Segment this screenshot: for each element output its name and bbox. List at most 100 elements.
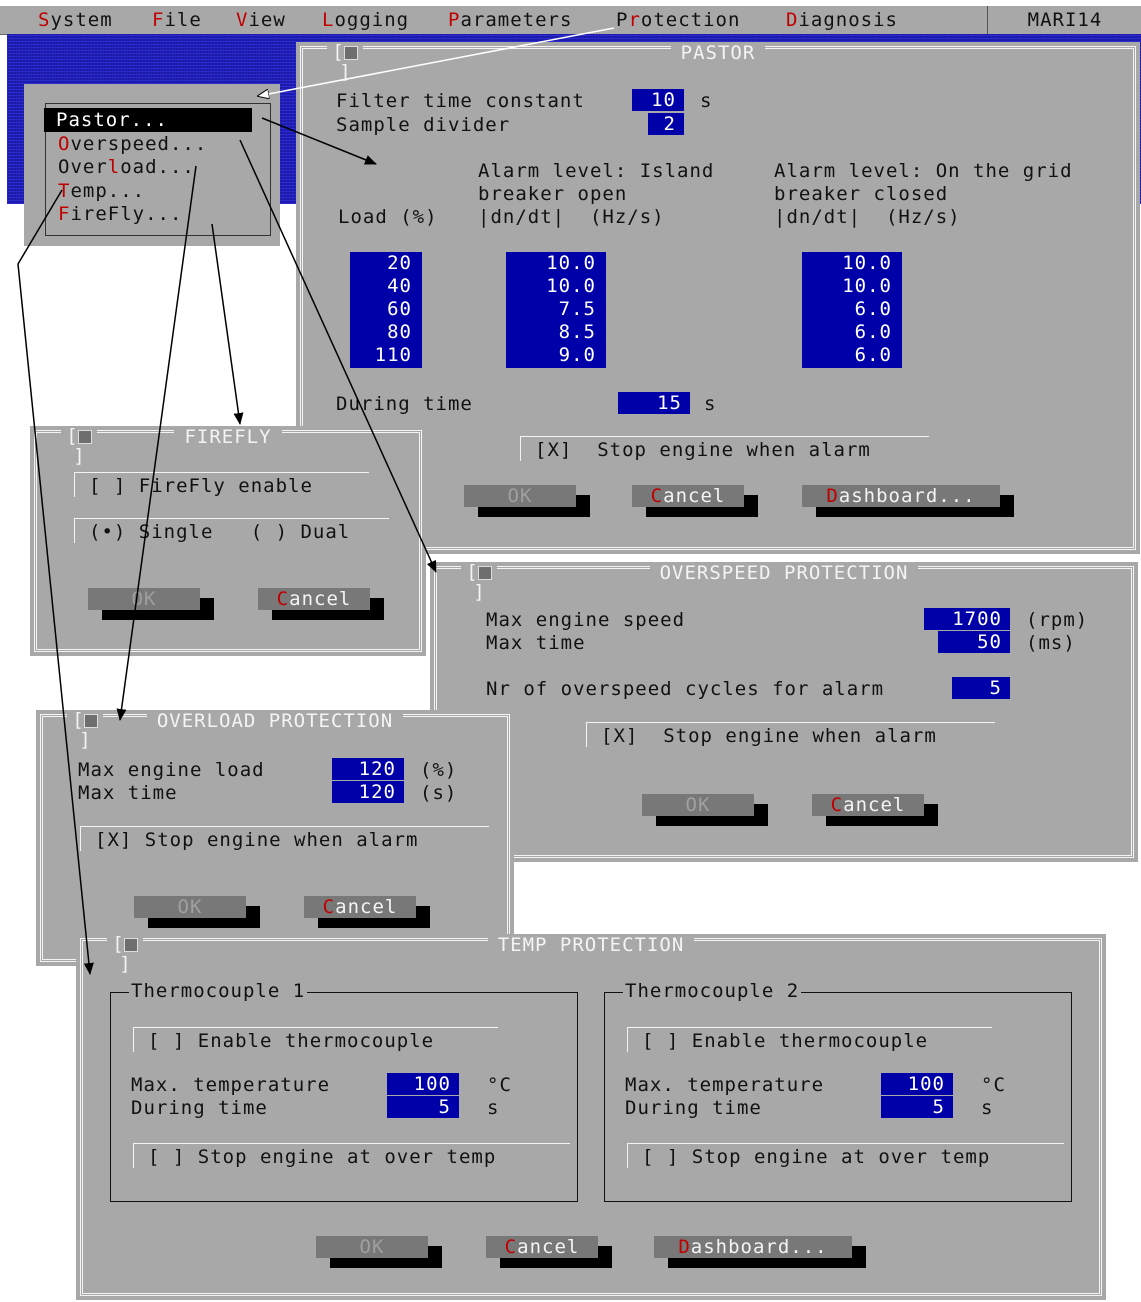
during-unit: s	[981, 1097, 994, 1119]
max-time-input[interactable]: 50	[938, 631, 1010, 653]
cancel-button[interactable]: Cancel	[258, 588, 384, 620]
island-header: Alarm level: Island	[478, 160, 715, 182]
load-header: Load (%)	[338, 206, 438, 228]
load-column[interactable]: 20 40 60 80 110	[350, 252, 422, 368]
max-load-label: Max engine load	[78, 759, 265, 781]
submenu-item-overload[interactable]: Overload...	[46, 155, 195, 179]
menu-protection[interactable]: Protection	[616, 9, 740, 31]
grid-cell[interactable]: 6.0	[802, 321, 892, 344]
grid-cell[interactable]: 6.0	[802, 298, 892, 321]
submenu-item-firefly[interactable]: FireFly...	[46, 202, 182, 226]
window-title: OVERLOAD PROTECTION	[43, 710, 507, 732]
temp-unit: °C	[981, 1074, 1006, 1096]
submenu-item-overspeed[interactable]: Overspeed...	[46, 132, 207, 156]
window-title: OVERSPEED PROTECTION	[437, 562, 1131, 584]
menu-diagnosis[interactable]: Diagnosis	[786, 9, 898, 31]
menu-view[interactable]: View	[236, 9, 286, 31]
grid-header: breaker closed	[774, 183, 949, 205]
menu-label: ogging	[334, 9, 410, 31]
temp-unit: °C	[487, 1074, 512, 1096]
during-time-input[interactable]: 15	[618, 392, 690, 414]
menu-logging[interactable]: Logging	[322, 9, 409, 31]
cancel-button[interactable]: Cancel	[304, 896, 430, 928]
ok-button[interactable]: OK	[464, 485, 590, 517]
menu-label: ystem	[50, 9, 113, 31]
stop-engine-checkbox[interactable]: [X] Stop engine when alarm	[520, 436, 929, 461]
island-column[interactable]: 10.0 10.0 7.5 8.5 9.0	[506, 252, 606, 368]
firefly-enable-checkbox[interactable]: [ ] FireFly enable	[74, 472, 369, 497]
menu-hotkey: r	[628, 9, 641, 31]
load-cell[interactable]: 110	[350, 344, 412, 367]
cancel-button[interactable]: Cancel	[486, 1236, 612, 1268]
window-title: TEMP PROTECTION	[83, 934, 1099, 956]
sample-divider-input[interactable]: 2	[648, 113, 684, 135]
grid-column[interactable]: 10.0 10.0 6.0 6.0 6.0	[802, 252, 902, 368]
max-time-label: Max time	[486, 632, 586, 654]
overspeed-window: [] OVERSPEED PROTECTION Max engine speed…	[430, 562, 1138, 862]
grid-cell[interactable]: 6.0	[802, 344, 892, 367]
cycles-label: Nr of overspeed cycles for alarm	[486, 678, 885, 700]
time-unit: (ms)	[1026, 632, 1076, 654]
max-temp-input[interactable]: 100	[881, 1073, 953, 1095]
cancel-button[interactable]: Cancel	[812, 794, 938, 826]
ok-button[interactable]: OK	[316, 1236, 442, 1268]
menu-hotkey: L	[322, 9, 335, 31]
during-label: During time	[336, 393, 473, 415]
menu-parameters[interactable]: Parameters	[448, 9, 572, 31]
grid-cell[interactable]: 10.0	[802, 252, 892, 275]
max-temp-input[interactable]: 100	[387, 1073, 459, 1095]
during-time-input[interactable]: 5	[881, 1096, 953, 1118]
max-speed-input[interactable]: 1700	[924, 608, 1010, 630]
submenu-item-temp[interactable]: Temp...	[46, 179, 145, 203]
cancel-button[interactable]: Cancel	[632, 485, 758, 517]
menu-bar: System File View Logging Parameters Prot…	[0, 6, 1141, 35]
max-time-input[interactable]: 120	[332, 781, 404, 803]
protection-submenu: Pastor... Overspeed... Overload... Temp.…	[24, 84, 280, 246]
grid-cell[interactable]: 10.0	[802, 275, 892, 298]
island-header: breaker open	[478, 183, 628, 205]
max-temp-label: Max. temperature	[131, 1074, 331, 1096]
island-cell[interactable]: 7.5	[506, 298, 596, 321]
during-label: During time	[625, 1097, 762, 1119]
menu-hotkey: S	[38, 9, 51, 31]
stop-engine-checkbox[interactable]: [X] Stop engine when alarm	[586, 722, 995, 747]
load-cell[interactable]: 20	[350, 252, 412, 275]
window-title: FIREFLY	[37, 426, 419, 448]
dashboard-button[interactable]: Dashboard...	[654, 1236, 866, 1268]
during-time-input[interactable]: 5	[387, 1096, 459, 1118]
enable-thermocouple-checkbox[interactable]: [ ] Enable thermocouple	[627, 1027, 992, 1052]
stop-engine-checkbox[interactable]: [X] Stop engine when alarm	[80, 826, 489, 851]
load-cell[interactable]: 40	[350, 275, 412, 298]
max-load-input[interactable]: 120	[332, 758, 404, 780]
stop-engine-checkbox[interactable]: [ ] Stop engine at over temp	[133, 1143, 570, 1168]
menu-label: ile	[164, 9, 202, 31]
thermocouple-1-group: Thermocouple 1 [ ] Enable thermocouple M…	[110, 980, 578, 1202]
menu-label-pre: P	[616, 9, 629, 31]
dashboard-button[interactable]: Dashboard...	[802, 485, 1014, 517]
max-time-label: Max time	[78, 782, 178, 804]
menu-file[interactable]: File	[152, 9, 202, 31]
stop-engine-checkbox[interactable]: [ ] Stop engine at over temp	[627, 1143, 1064, 1168]
ok-button[interactable]: OK	[134, 896, 260, 928]
ok-button[interactable]: OK	[88, 588, 214, 620]
menu-hotkey: F	[152, 9, 165, 31]
cycles-input[interactable]: 5	[952, 677, 1010, 699]
island-cell[interactable]: 10.0	[506, 252, 596, 275]
enable-thermocouple-checkbox[interactable]: [ ] Enable thermocouple	[133, 1027, 498, 1052]
island-cell[interactable]: 8.5	[506, 321, 596, 344]
submenu-item-pastor[interactable]: Pastor...	[44, 108, 252, 132]
menu-label: iew	[248, 9, 286, 31]
max-temp-label: Max. temperature	[625, 1074, 825, 1096]
island-cell[interactable]: 10.0	[506, 275, 596, 298]
load-cell[interactable]: 60	[350, 298, 412, 321]
submenu-frame: Pastor... Overspeed... Overload... Temp.…	[44, 103, 271, 236]
island-header: |dn/dt| (Hz/s)	[478, 206, 665, 228]
group-title: Thermocouple 1	[129, 980, 308, 1002]
load-cell[interactable]: 80	[350, 321, 412, 344]
menu-hotkey: P	[448, 9, 461, 31]
filter-time-input[interactable]: 10	[632, 89, 684, 111]
ok-button[interactable]: OK	[642, 794, 768, 826]
menu-system[interactable]: System	[38, 9, 113, 31]
firefly-mode-radio[interactable]: (•) Single ( ) Dual	[74, 518, 389, 543]
island-cell[interactable]: 9.0	[506, 344, 596, 367]
